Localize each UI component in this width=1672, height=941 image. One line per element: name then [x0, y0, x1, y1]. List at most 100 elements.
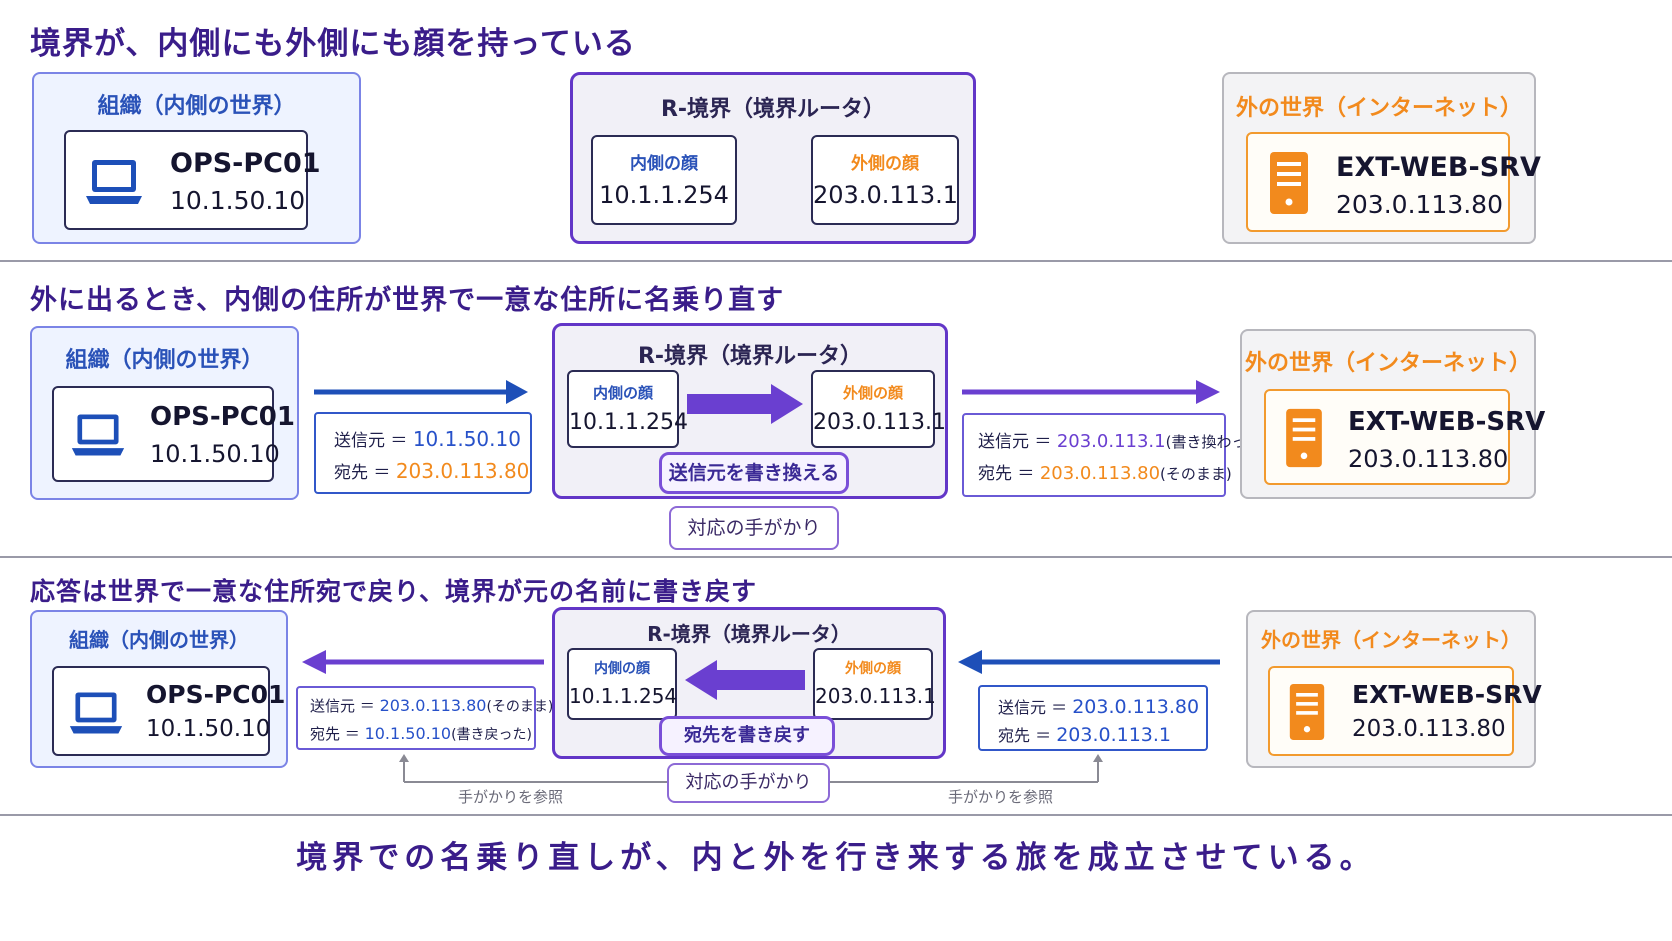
- router-title: R-境界（境界ルータ）: [637, 344, 863, 369]
- dst-label: 宛先 ＝: [310, 725, 360, 743]
- pc-host-box: OPS-PC01 10.1.50.10: [52, 666, 285, 756]
- router-title: R-境界（境界ルータ）: [647, 622, 851, 646]
- dst-value: 203.0.113.80: [1039, 463, 1161, 484]
- router-panel-2: R-境界（境界ルータ） 内側の顔 10.1.1.254 外側の顔 203.0.1…: [552, 323, 948, 499]
- section-divider: [0, 556, 1672, 558]
- ext-panel-1: 外の世界（インターネット） EXT-WEB-SRV 203.0.113.80: [1222, 72, 1541, 244]
- arrow-left-purple-thick: [685, 660, 805, 700]
- pc-ip: 10.1.50.10: [150, 440, 280, 468]
- org-title: 組織（内側の世界）: [69, 628, 249, 652]
- packet-dst-line: 宛先 ＝ 203.0.113.1: [998, 722, 1171, 746]
- reference-label-left: 手がかりを参照: [458, 788, 564, 806]
- packet-box-out-left: 送信元 ＝ 10.1.50.10 宛先 ＝ 203.0.113.80: [314, 412, 532, 494]
- src-label: 送信元 ＝: [998, 698, 1068, 717]
- server-name: EXT-WEB-SRV: [1352, 680, 1542, 709]
- packet-dst-line: 宛先 ＝ 10.1.50.10(書き戻った): [310, 723, 532, 744]
- server-ip: 203.0.113.80: [1352, 716, 1506, 742]
- org-panel-1: 組織（内側の世界） OPS-PC01 10.1.50.10: [32, 72, 361, 244]
- mapping-clue-box: 対応の手がかり: [667, 763, 830, 803]
- dst-value: 203.0.113.1: [1056, 724, 1172, 746]
- server-host-box: EXT-WEB-SRV 203.0.113.80: [1268, 666, 1542, 756]
- router-panel-3: R-境界（境界ルータ） 内側の顔 10.1.1.254 外側の顔 203.0.1…: [552, 607, 946, 759]
- ext-title: 外の世界（インターネット）: [1235, 96, 1522, 121]
- packet-src-line: 送信元 ＝ 203.0.113.80(そのまま): [310, 695, 553, 716]
- packet-src-line: 送信元 ＝ 203.0.113.80: [998, 694, 1199, 718]
- server-name: EXT-WEB-SRV: [1348, 407, 1546, 437]
- server-host-box: EXT-WEB-SRV 203.0.113.80: [1246, 132, 1541, 232]
- ext-panel-2: 外の世界（インターネット） EXT-WEB-SRV 203.0.113.80: [1240, 329, 1545, 499]
- pc-ip: 10.1.50.10: [146, 716, 271, 742]
- inner-face-label: 内側の顔: [592, 384, 653, 402]
- outer-face-ip: 203.0.113.1: [813, 410, 946, 435]
- src-label: 送信元 ＝: [978, 432, 1052, 452]
- packet-box-in-right: 送信元 ＝ 203.0.113.80 宛先 ＝ 203.0.113.1: [978, 685, 1208, 751]
- inner-face-ip: 10.1.1.254: [569, 684, 678, 708]
- arrow-left-purple: [302, 650, 544, 674]
- inner-face-box: 内側の顔 10.1.1.254: [591, 135, 737, 225]
- action-rewrite-source: 送信元を書き換える: [659, 452, 849, 494]
- laptop-icon: [69, 692, 123, 734]
- org-panel-3: 組織（内側の世界） OPS-PC01 10.1.50.10: [30, 610, 288, 768]
- pc-ip: 10.1.50.10: [170, 186, 306, 215]
- packet-box-out-right: 送信元 ＝ 203.0.113.1(書き換わった) 宛先 ＝ 203.0.113…: [962, 413, 1267, 497]
- action-rewrite-destination: 宛先を書き戻す: [659, 716, 835, 756]
- outer-face-box: 外側の顔 203.0.113.1: [811, 370, 946, 448]
- section-divider: [0, 260, 1672, 262]
- packet-dst-line: 宛先 ＝ 203.0.113.80: [334, 458, 529, 483]
- src-value: 203.0.113.1: [1056, 431, 1166, 452]
- src-value: 203.0.113.80: [379, 696, 487, 715]
- ext-title: 外の世界（インターネット）: [1261, 628, 1521, 652]
- outer-face-box: 外側の顔 203.0.113.1: [811, 135, 959, 225]
- pc-name: OPS-PC01: [170, 148, 321, 179]
- dst-note: (書き戻った): [451, 727, 533, 743]
- section1-heading: 境界が、内側にも外側にも顔を持っている: [30, 26, 636, 62]
- packet-src-line: 送信元 ＝ 10.1.50.10: [334, 426, 521, 451]
- server-ip: 203.0.113.80: [1348, 445, 1509, 473]
- inner-face-ip: 10.1.1.254: [569, 410, 688, 435]
- ext-panel-3: 外の世界（インターネット） EXT-WEB-SRV 203.0.113.80: [1246, 610, 1542, 768]
- src-value: 10.1.50.10: [412, 427, 521, 451]
- org-title: 組織（内側の世界）: [97, 94, 296, 119]
- inner-face-ip: 10.1.1.254: [599, 181, 729, 209]
- src-value: 203.0.113.80: [1072, 696, 1200, 718]
- inner-face-box: 内側の顔 10.1.1.254: [567, 648, 677, 720]
- org-title: 組織（内側の世界）: [65, 348, 264, 373]
- arrow-right-blue: [314, 380, 528, 404]
- outer-face-label: 外側の顔: [851, 154, 919, 174]
- src-note: (そのまま): [486, 699, 554, 715]
- outer-face-label: 外側の顔: [842, 384, 903, 402]
- arrow-right-purple-long: [962, 380, 1220, 404]
- server-icon: [1289, 683, 1325, 741]
- laptop-icon: [71, 414, 125, 456]
- pc-name: OPS-PC01: [150, 402, 295, 432]
- ext-title: 外の世界（インターネット）: [1244, 351, 1531, 376]
- pc-host-box: OPS-PC01 10.1.50.10: [64, 130, 321, 230]
- laptop-icon: [86, 160, 142, 204]
- dst-label: 宛先 ＝: [978, 464, 1035, 484]
- server-name: EXT-WEB-SRV: [1336, 152, 1541, 183]
- dst-label: 宛先 ＝: [998, 726, 1052, 745]
- inner-face-label: 内側の顔: [630, 154, 698, 174]
- dst-value: 10.1.50.10: [364, 724, 452, 743]
- arrow-left-blue: [958, 650, 1220, 674]
- packet-dst-line: 宛先 ＝ 203.0.113.80(そのまま): [978, 459, 1232, 484]
- dst-note: (そのまま): [1160, 465, 1232, 483]
- server-icon: [1270, 152, 1308, 214]
- outer-face-box: 外側の顔 203.0.113.1: [813, 648, 936, 720]
- router-panel-1: R-境界（境界ルータ） 内側の顔 10.1.1.254 外側の顔 203.0.1…: [570, 72, 976, 244]
- outer-face-label: 外側の顔: [845, 661, 901, 677]
- dst-value: 203.0.113.80: [395, 459, 530, 483]
- src-label: 送信元 ＝: [334, 431, 408, 451]
- inner-face-label: 内側の顔: [594, 661, 650, 677]
- server-ip: 203.0.113.80: [1336, 190, 1503, 219]
- section-divider: [0, 814, 1672, 816]
- org-panel-2: 組織（内側の世界） OPS-PC01 10.1.50.10: [30, 326, 299, 500]
- outer-face-ip: 203.0.113.1: [815, 684, 936, 708]
- router-title: R-境界（境界ルータ）: [660, 97, 886, 122]
- mapping-clue-box: 対応の手がかり: [669, 506, 839, 550]
- server-host-box: EXT-WEB-SRV 203.0.113.80: [1264, 389, 1545, 485]
- footer-summary: 境界での名乗り直しが、内と外を行き来する旅を成立させている。: [296, 840, 1376, 876]
- pc-host-box: OPS-PC01 10.1.50.10: [52, 386, 295, 482]
- reference-label-right: 手がかりを参照: [948, 788, 1054, 806]
- arrow-right-purple: [687, 384, 803, 424]
